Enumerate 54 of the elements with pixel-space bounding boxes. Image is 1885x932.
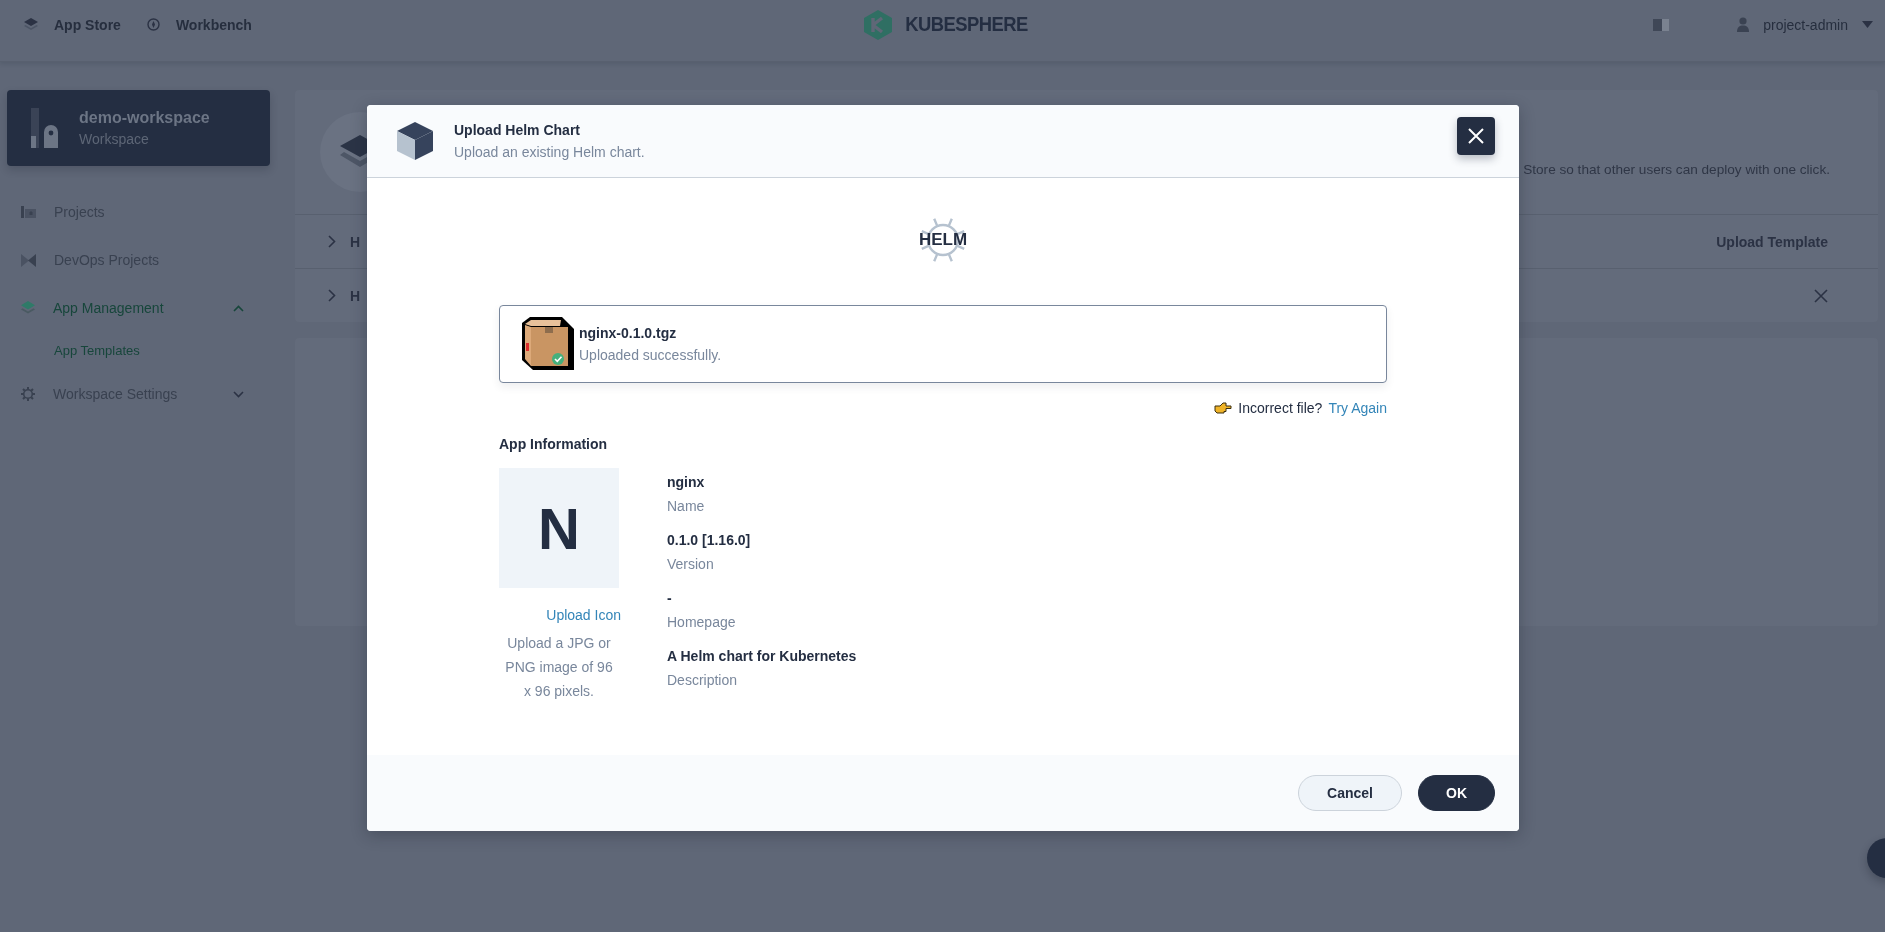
field-label: Homepage — [667, 613, 737, 632]
chevron-down-icon[interactable] — [233, 390, 244, 398]
file-name: nginx-0.1.0.tgz — [579, 325, 678, 341]
field-value: - — [667, 589, 673, 608]
workspace-name: demo-workspace — [79, 109, 210, 127]
cancel-button[interactable]: Cancel — [1298, 775, 1402, 811]
pointing-hand-icon — [1214, 402, 1233, 414]
field-label: Version — [667, 555, 715, 574]
upload-icon-link[interactable]: Upload Icon — [499, 607, 621, 623]
field-value: A Helm chart for Kubernetes — [667, 647, 857, 666]
nav-link[interactable]: App Store — [24, 16, 121, 33]
upload-template-link[interactable]: Upload Template — [1716, 233, 1828, 250]
field-label: Name — [667, 497, 706, 516]
cube-icon — [397, 122, 433, 160]
logo-text: KUBESPHERE — [905, 13, 1028, 36]
workspace-type: Workspace — [79, 131, 150, 147]
layers-icon — [21, 301, 35, 315]
user-icon — [1737, 17, 1750, 32]
try-again-link[interactable]: Try Again — [1328, 400, 1387, 416]
field-value: nginx — [667, 473, 706, 492]
building-icon — [21, 206, 36, 218]
workspace-icon — [31, 108, 59, 148]
field-label: Description — [667, 671, 739, 690]
username[interactable]: project-admin — [1763, 16, 1848, 33]
modal-subtitle: Upload an existing Helm chart. — [454, 144, 646, 160]
bowtie-icon — [21, 253, 36, 267]
layout-icon[interactable] — [1653, 18, 1670, 31]
icon-hint: Upload a JPG or PNG image of 96 x 96 pixels. — [504, 634, 614, 701]
row-title: H — [350, 287, 361, 304]
upload-status: Uploaded successfully. — [579, 347, 722, 363]
icon-letter: N — [538, 494, 580, 562]
compass-icon — [146, 18, 160, 31]
workspace-card[interactable]: demo-workspace Workspace — [7, 90, 270, 166]
sidebar-subitem[interactable]: App Templates — [7, 330, 270, 370]
nav-link[interactable]: Workbench — [146, 16, 252, 33]
row-title: H — [350, 233, 361, 250]
field-value: 0.1.0 [1.16.0] — [667, 531, 752, 550]
caret-icon[interactable] — [1862, 21, 1873, 28]
section-title: App Information — [499, 436, 609, 452]
chevron-right-icon[interactable] — [328, 235, 336, 248]
box-icon — [519, 315, 577, 373]
chevron-right-icon[interactable] — [328, 289, 336, 302]
layers-icon — [24, 18, 38, 31]
close-icon — [1467, 127, 1485, 145]
gear-icon — [21, 387, 35, 401]
close-button[interactable] — [1457, 117, 1495, 155]
logo-icon — [864, 9, 893, 40]
retry-prompt: Incorrect file? — [1238, 400, 1323, 416]
helm-logo: HELM — [918, 215, 968, 265]
modal-title: Upload Helm Chart — [454, 122, 581, 138]
ok-button[interactable]: OK — [1418, 775, 1495, 811]
close-icon[interactable] — [1814, 288, 1828, 303]
chevron-up-icon[interactable] — [233, 304, 244, 312]
sidebar-item[interactable]: App Management — [7, 284, 270, 332]
